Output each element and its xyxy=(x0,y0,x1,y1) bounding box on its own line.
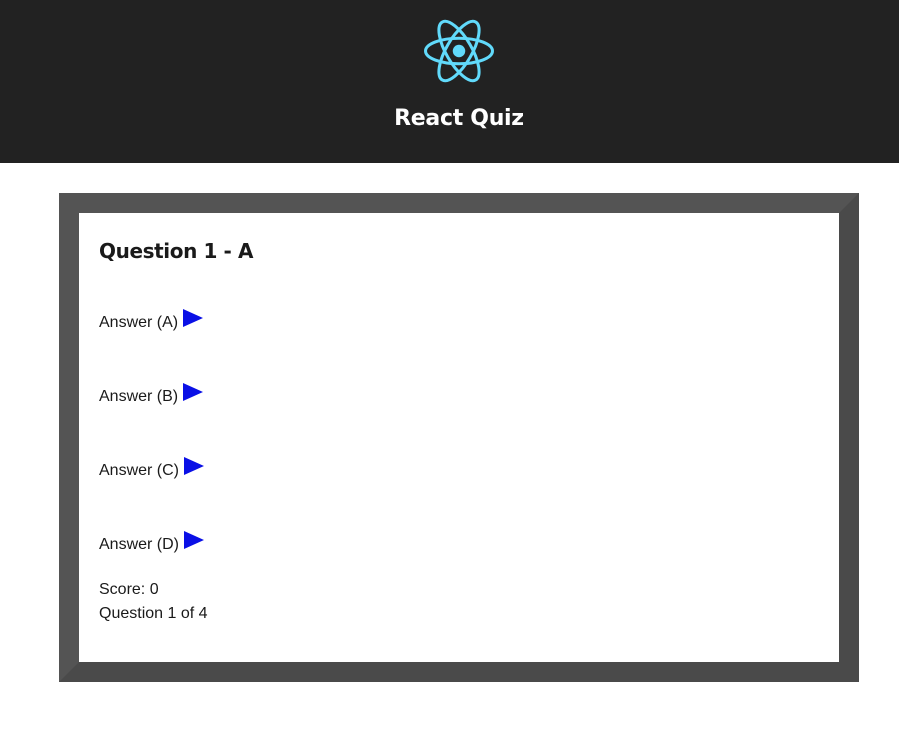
answer-option-c[interactable]: Answer (C) xyxy=(99,455,205,479)
answer-option-b[interactable]: Answer (B) xyxy=(99,381,204,405)
answer-label: Answer (C) xyxy=(99,462,180,479)
play-arrow-icon[interactable] xyxy=(183,309,204,327)
react-atom-icon xyxy=(424,19,494,83)
play-arrow-icon[interactable] xyxy=(184,457,205,475)
app-title: React Quiz xyxy=(394,106,524,131)
score-text: Score: 0 xyxy=(99,581,159,598)
play-arrow-icon[interactable] xyxy=(183,383,204,401)
app-header: React Quiz xyxy=(0,0,899,163)
question-title: Question 1 - A xyxy=(99,239,254,263)
play-arrow-icon[interactable] xyxy=(184,531,205,549)
answer-label: Answer (A) xyxy=(99,314,179,331)
answer-label: Answer (D) xyxy=(99,536,180,553)
answer-option-d[interactable]: Answer (D) xyxy=(99,529,205,553)
answer-option-a[interactable]: Answer (A) xyxy=(99,307,204,331)
quiz-card: Question 1 - A Answer (A) Answer (B) Ans… xyxy=(59,193,859,682)
question-progress-text: Question 1 of 4 xyxy=(99,605,208,622)
answer-label: Answer (B) xyxy=(99,388,179,405)
